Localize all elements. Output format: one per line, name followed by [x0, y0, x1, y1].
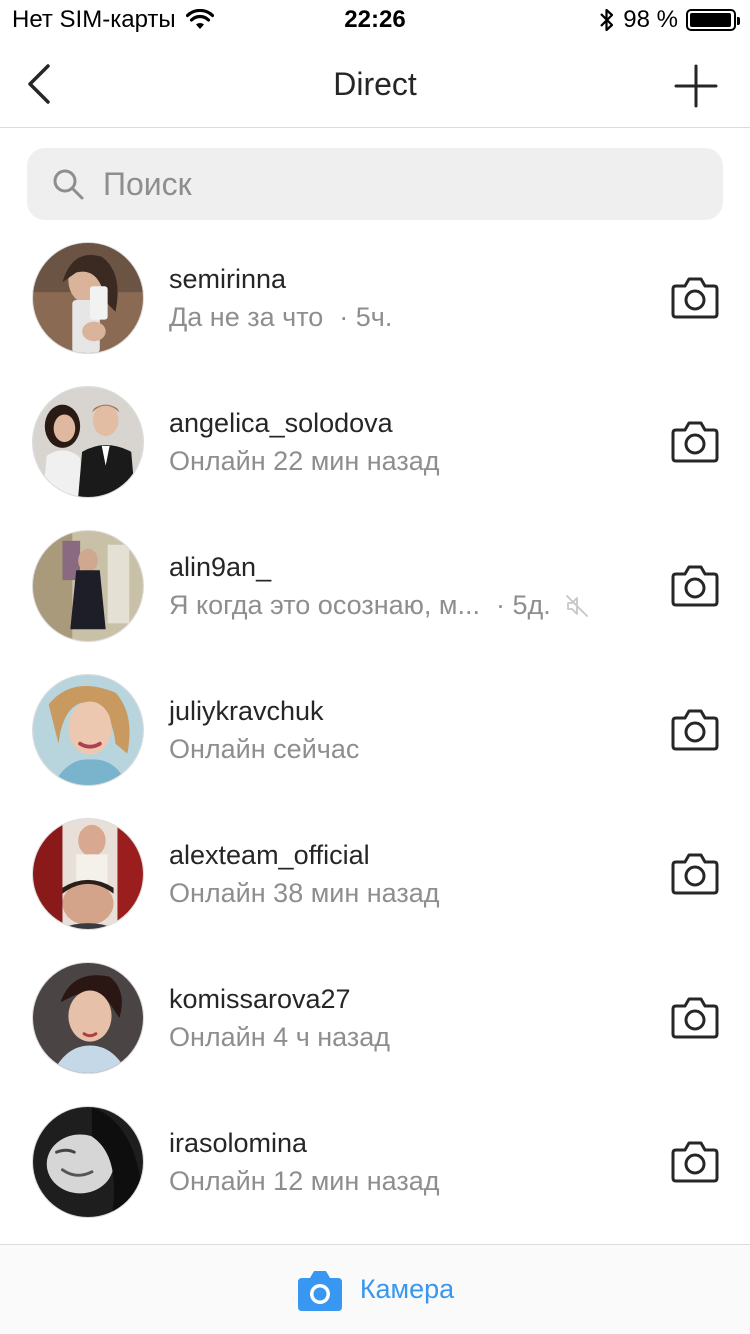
thread-row[interactable]: semirinna Да не за что · 5ч. [0, 236, 750, 380]
thread-subtitle: Онлайн 4 ч назад [169, 1022, 390, 1053]
thread-row[interactable]: alexteam_official Онлайн 38 мин назад [0, 812, 750, 956]
navigation-bar: Direct [0, 40, 750, 128]
search-input[interactable] [103, 165, 683, 203]
avatar [32, 386, 144, 498]
thread-message: Онлайн сейчас [169, 734, 360, 764]
camera-button-label: Камера [359, 1274, 455, 1304]
avatar [32, 962, 144, 1074]
thread-message: Онлайн 22 мин назад [169, 446, 440, 476]
bluetooth-icon [600, 8, 614, 32]
thread-username: alin9an_ [169, 552, 272, 582]
thread-row[interactable]: komissarova27 Онлайн 4 ч назад [0, 956, 750, 1100]
avatar [32, 818, 144, 930]
muted-speaker-icon [565, 594, 588, 617]
thread-subtitle: Да не за что · 5ч. [169, 302, 392, 333]
thread-time: · 5ч. [339, 302, 393, 332]
thread-username: alexteam_official [169, 840, 370, 870]
thread-time: · 5д. [495, 590, 551, 620]
thread-row[interactable]: irasolomina Онлайн 12 мин назад [0, 1100, 750, 1244]
camera-button[interactable]: Камера [0, 1244, 750, 1334]
camera-icon[interactable] [670, 418, 720, 464]
camera-icon[interactable] [670, 1138, 720, 1184]
thread-subtitle: Онлайн 12 мин назад [169, 1166, 440, 1197]
thread-message: Онлайн 4 ч назад [169, 1022, 391, 1052]
thread-subtitle: Онлайн сейчас [169, 734, 359, 765]
thread-username: angelica_solodova [169, 408, 393, 438]
battery-percent: 98 % [623, 6, 678, 33]
plus-icon[interactable] [674, 64, 718, 108]
avatar [32, 530, 144, 642]
thread-subtitle: Я когда это осознаю, м... · 5д. [169, 590, 589, 621]
thread-username: juliykravchuk [169, 696, 324, 726]
thread-username: semirinna [169, 264, 287, 294]
battery-fill [690, 13, 732, 27]
camera-icon[interactable] [670, 706, 720, 752]
thread-row[interactable]: juliykravchuk Онлайн сейчас [0, 668, 750, 812]
thread-message: Да не за что [169, 302, 324, 332]
camera-icon[interactable] [670, 850, 720, 896]
thread-subtitle: Онлайн 22 мин назад [169, 446, 440, 477]
thread-row[interactable]: angelica_solodova Онлайн 22 мин назад [0, 380, 750, 524]
status-right: 98 % [599, 6, 740, 34]
thread-message: Онлайн 38 мин назад [169, 878, 440, 908]
avatar [32, 1106, 144, 1218]
search-icon [53, 169, 84, 200]
avatar [32, 242, 144, 354]
camera-icon[interactable] [670, 994, 720, 1040]
thread-list: semirinna Да не за что · 5ч. angelica_so… [0, 236, 750, 1244]
status-bar: Нет SIM-карты 22:26 98 % [0, 0, 750, 40]
thread-subtitle: Онлайн 38 мин назад [169, 878, 440, 909]
camera-icon [297, 1270, 342, 1311]
battery-icon [686, 9, 740, 31]
camera-icon[interactable] [670, 562, 720, 608]
thread-message: Я когда это осознаю, м... [169, 590, 480, 620]
thread-username: komissarova27 [169, 984, 351, 1014]
page-title: Direct [333, 66, 417, 102]
camera-icon[interactable] [670, 274, 720, 320]
thread-row[interactable]: alin9an_ Я когда это осознаю, м... · 5д. [0, 524, 750, 668]
thread-username: irasolomina [169, 1128, 308, 1158]
thread-message: Онлайн 12 мин назад [169, 1166, 440, 1196]
avatar [32, 674, 144, 786]
search-bar[interactable] [27, 148, 723, 220]
